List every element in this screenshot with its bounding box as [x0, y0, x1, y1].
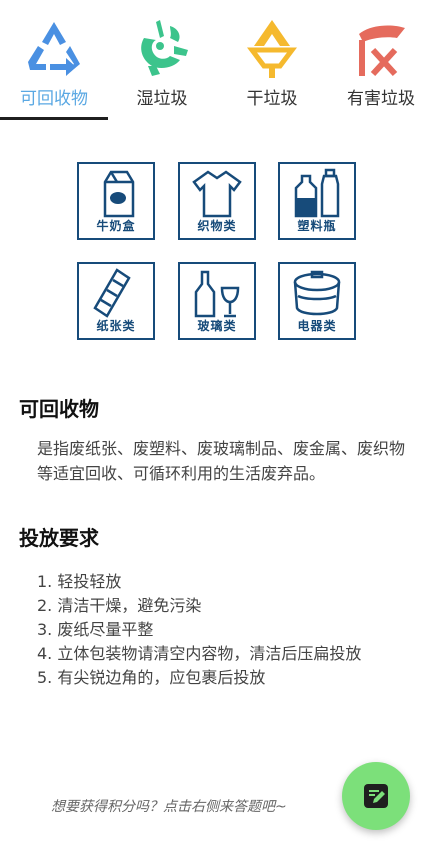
tab-dry-waste[interactable]: 干垃圾 — [218, 10, 326, 110]
category-label: 电器类 — [297, 319, 337, 333]
category-plastic-bottle[interactable]: 塑料瓶 — [278, 162, 356, 240]
category-paper[interactable]: 纸张类 — [77, 262, 155, 340]
tab-wet-waste[interactable]: 湿垃圾 — [108, 10, 216, 110]
plastic-bottle-icon — [294, 168, 340, 218]
list-item: 3. 废纸尽量平整 — [37, 620, 154, 639]
recyclable-category-grid: 牛奶盒 织物类 塑料瓶 纸张类 玻璃类 电器类 — [77, 162, 357, 344]
requirements-title: 投放要求 — [19, 526, 99, 550]
food-waste-icon — [141, 20, 188, 76]
category-textile[interactable]: 织物类 — [178, 162, 256, 240]
tab-recyclable[interactable]: 可回收物 — [0, 10, 108, 110]
active-tab-indicator — [0, 117, 108, 120]
milk-carton-icon — [103, 170, 135, 218]
tab-label: 有害垃圾 — [347, 89, 415, 109]
paper-icon — [93, 268, 131, 318]
tab-hazardous-waste[interactable]: 有害垃圾 — [327, 10, 435, 110]
list-item: 2. 清洁干燥，避免污染 — [37, 596, 202, 615]
quiz-hint: 想要获得积分吗？点击右侧来答题吧~ — [51, 799, 287, 815]
appliance-icon — [293, 270, 341, 316]
tab-label: 干垃圾 — [246, 89, 298, 109]
category-label: 织物类 — [197, 219, 237, 233]
quiz-button[interactable] — [342, 762, 410, 830]
category-tabs: 可回收物 湿垃圾 干垃圾 有害垃圾 — [0, 0, 435, 120]
requirements-list: 1. 轻投轻放 2. 清洁干燥，避免污染 3. 废纸尽量平整 4. 立体包装物请… — [37, 570, 361, 690]
category-milk-carton[interactable]: 牛奶盒 — [77, 162, 155, 240]
section-title: 可回收物 — [19, 397, 99, 421]
glass-icon — [194, 270, 240, 318]
category-label: 纸张类 — [96, 319, 136, 333]
tab-label: 湿垃圾 — [136, 89, 188, 109]
list-item: 5. 有尖锐边角的，应包裹后投放 — [37, 668, 266, 687]
list-item: 1. 轻投轻放 — [37, 572, 122, 591]
clothing-icon — [192, 170, 242, 218]
category-label: 塑料瓶 — [297, 219, 337, 233]
list-item: 4. 立体包装物请清空内容物，清洁后压扁投放 — [37, 644, 362, 663]
edit-note-icon — [364, 784, 388, 808]
tab-label: 可回收物 — [20, 89, 88, 109]
dry-waste-icon — [247, 20, 297, 78]
recycle-icon — [28, 22, 80, 76]
hazardous-waste-icon — [359, 25, 405, 77]
category-appliance[interactable]: 电器类 — [278, 262, 356, 340]
category-label: 玻璃类 — [197, 319, 237, 333]
section-description: 是指废纸张、废塑料、废玻璃制品、废金属、废织物等适宜回收、可循环利用的生活废弃品… — [37, 439, 406, 483]
category-glass[interactable]: 玻璃类 — [178, 262, 256, 340]
category-label: 牛奶盒 — [96, 219, 136, 233]
